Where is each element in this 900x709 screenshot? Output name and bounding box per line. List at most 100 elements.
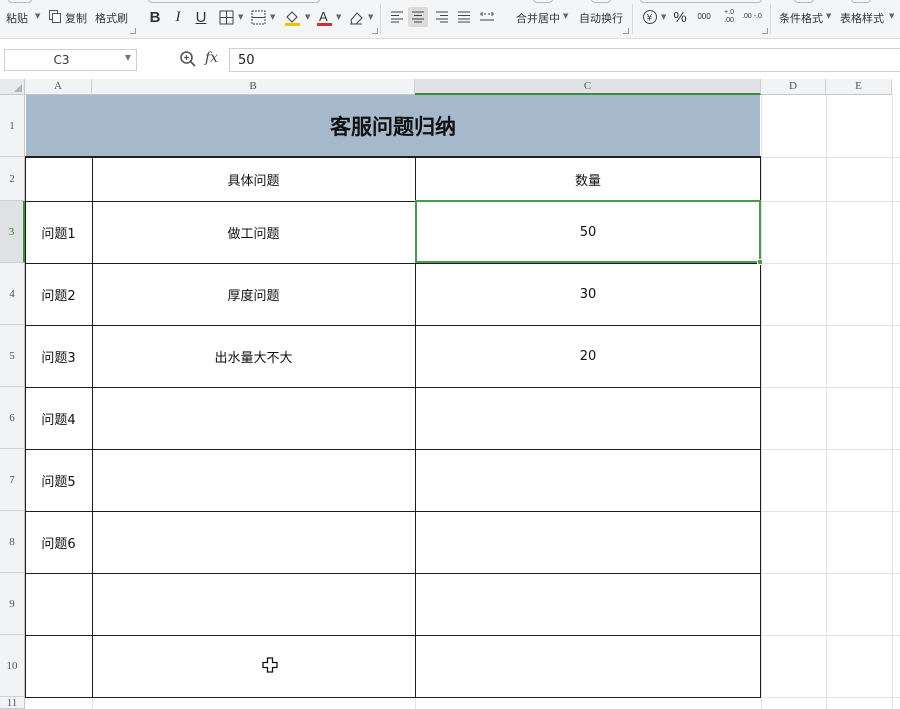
underline-button[interactable]: U	[191, 0, 209, 36]
thousands-icon: 000	[697, 12, 711, 21]
column-header-d[interactable]: D	[761, 79, 826, 95]
align-left-button[interactable]	[387, 0, 405, 36]
conditional-format-button[interactable]: 条件格式 ▼	[777, 0, 833, 36]
table-border-line	[25, 263, 761, 264]
cell-issue-no[interactable]: 问题6	[25, 511, 92, 573]
cell-issue-desc[interactable]: 厚度问题	[92, 263, 415, 325]
distributed-align-button[interactable]	[477, 0, 497, 36]
gridline-vertical	[761, 95, 762, 709]
cell-quantity[interactable]	[415, 573, 761, 635]
cell-issue-desc[interactable]	[92, 573, 415, 635]
row-header-1[interactable]: 1	[0, 95, 25, 157]
table-style-label: 表格样式	[840, 13, 884, 25]
column-header-e[interactable]: E	[826, 79, 892, 95]
percent-button[interactable]: %	[670, 0, 690, 36]
cell-issue-desc[interactable]	[92, 511, 415, 573]
row-header-2[interactable]: 2	[0, 157, 25, 201]
wrap-text-button[interactable]: 自动换行	[577, 0, 627, 36]
merge-center-button[interactable]: 合并居中 ▼	[514, 0, 570, 36]
paste-button[interactable]: 粘贴 ▼	[4, 0, 40, 36]
align-center-button[interactable]	[408, 0, 430, 36]
table-style-button[interactable]: 表格样式 ▼	[838, 0, 896, 36]
column-header-a[interactable]: A	[25, 79, 92, 95]
thousands-separator-button[interactable]: 000	[694, 0, 714, 36]
decrease-decimal-button[interactable]: .00 -.0	[742, 0, 762, 36]
cell-style-icon	[248, 7, 268, 27]
row-header-10[interactable]: 10	[0, 635, 25, 697]
ribbon-separator	[632, 4, 633, 34]
cell-issue-no[interactable]	[25, 635, 92, 697]
cell-issue-desc[interactable]	[92, 387, 415, 449]
copy-icon	[48, 9, 62, 23]
cell-quantity[interactable]	[415, 635, 761, 697]
increase-decimal-icon: +.0 .00	[724, 9, 734, 24]
font-color-button[interactable]: A ▼	[314, 0, 344, 36]
format-painter-button[interactable]: 格式刷	[95, 0, 135, 36]
column-header-b[interactable]: B	[92, 79, 415, 95]
cell-style-button[interactable]: ▼	[248, 0, 278, 36]
number-group-expander[interactable]	[762, 28, 768, 34]
zoom-icon[interactable]	[179, 50, 197, 68]
align-right-button[interactable]	[432, 0, 450, 36]
cell-a2[interactable]	[25, 157, 92, 201]
cell-quantity[interactable]	[415, 449, 761, 511]
row-header-8[interactable]: 8	[0, 511, 25, 573]
header-specific-issue[interactable]: 具体问题	[92, 157, 415, 201]
cell-quantity[interactable]	[415, 387, 761, 449]
italic-button[interactable]: I	[168, 0, 186, 36]
currency-icon: ¥	[640, 7, 660, 27]
row-header-3[interactable]: 3	[0, 201, 25, 263]
justify-button[interactable]	[454, 0, 472, 36]
row-header-5[interactable]: 5	[0, 325, 25, 387]
header-quantity[interactable]: 数量	[415, 157, 761, 201]
name-box[interactable]: C3 ▼	[4, 49, 137, 71]
cell-quantity[interactable]: 30	[415, 263, 761, 325]
merge-caret-icon: ▼	[563, 12, 569, 20]
cell-issue-desc[interactable]: 出水量大不大	[92, 325, 415, 387]
fx-icon[interactable]: fx	[205, 50, 218, 66]
cell-issue-desc[interactable]	[92, 635, 415, 697]
bold-button[interactable]: B	[145, 0, 163, 36]
gridline-vertical	[892, 95, 893, 709]
currency-button[interactable]: ¥ ▼	[640, 0, 670, 36]
cell-issue-desc[interactable]	[92, 449, 415, 511]
cell-issue-no[interactable]: 问题2	[25, 263, 92, 325]
italic-icon: I	[175, 8, 181, 25]
align-left-icon	[387, 7, 407, 27]
clipboard-group-expander[interactable]	[130, 28, 136, 34]
increase-decimal-button[interactable]: +.0 .00	[719, 0, 739, 36]
clear-format-caret-icon: ▼	[368, 13, 374, 21]
table-border-line	[25, 635, 761, 636]
row-header-6[interactable]: 6	[0, 387, 25, 449]
wrap-text-label: 自动换行	[579, 13, 623, 25]
column-header-c[interactable]: C	[415, 79, 761, 95]
decrease-decimal-icon: .00 -.0	[742, 13, 762, 20]
cell-issue-desc[interactable]: 做工问题	[92, 201, 415, 263]
fill-handle[interactable]	[757, 259, 763, 265]
table-border-line	[25, 573, 761, 574]
name-box-value: C3	[53, 53, 70, 67]
select-all-corner[interactable]	[0, 79, 25, 95]
alignment-group-expander[interactable]	[623, 28, 629, 34]
cell-issue-no[interactable]: 问题5	[25, 449, 92, 511]
cell-issue-no[interactable]	[25, 573, 92, 635]
sheet-title-cell[interactable]: 客服问题归纳	[26, 95, 760, 156]
row-header-7[interactable]: 7	[0, 449, 25, 511]
cell-quantity[interactable]	[415, 511, 761, 573]
cell-issue-no[interactable]: 问题4	[25, 387, 92, 449]
row-header-11[interactable]: 11	[0, 697, 25, 709]
cell-issue-no[interactable]: 问题1	[25, 201, 92, 263]
row-header-9[interactable]: 9	[0, 573, 25, 635]
copy-button[interactable]: 复制	[48, 0, 88, 36]
cell-issue-no[interactable]: 问题3	[25, 325, 92, 387]
table-border-line	[92, 157, 93, 698]
name-box-caret-icon[interactable]: ▼	[125, 53, 131, 62]
row-header-4[interactable]: 4	[0, 263, 25, 325]
fill-color-button[interactable]: ▼	[282, 0, 314, 36]
font-group-expander[interactable]	[372, 28, 378, 34]
cell-quantity[interactable]: 20	[415, 325, 761, 387]
spreadsheet-grid[interactable]: ABCDE 1 2 3 4 5 6 7 8 9 10 11 客服问题归纳 具体问题 数量问题1 做工问题…	[0, 79, 900, 709]
borders-button[interactable]: ▼	[216, 0, 246, 36]
svg-text:A: A	[319, 9, 328, 24]
formula-input[interactable]: 50	[229, 48, 900, 72]
